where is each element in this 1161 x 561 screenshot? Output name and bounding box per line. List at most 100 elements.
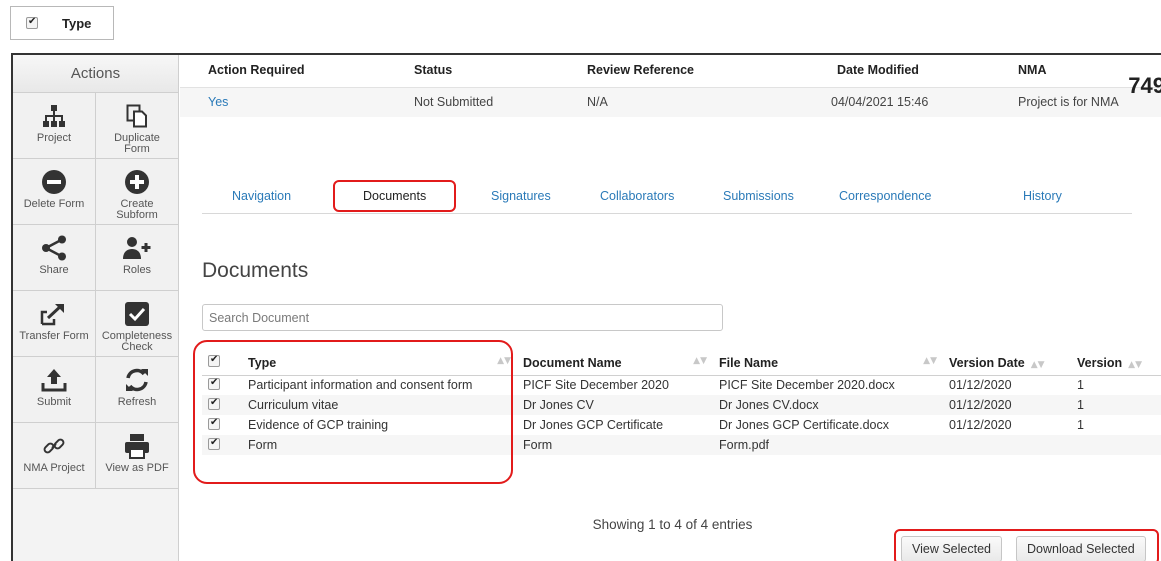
select-all-cell[interactable]: [202, 351, 242, 376]
action-share[interactable]: Share: [13, 225, 96, 291]
check-square-icon: [96, 297, 178, 331]
row-checkbox[interactable]: [208, 377, 220, 390]
type-filter-widget[interactable]: Type: [10, 6, 114, 40]
download-selected-button[interactable]: Download Selected: [1016, 536, 1146, 561]
nma-value: Project is for NMA: [1018, 95, 1119, 109]
column-document-name[interactable]: Document Name ▲▼: [517, 351, 713, 376]
main-frame: Actions Project Duplicate Form Delete Fo…: [11, 53, 1161, 561]
search-document-input[interactable]: [202, 304, 723, 331]
main-content: Action Required Status Review Reference …: [180, 55, 1161, 561]
link-icon: [13, 429, 95, 463]
column-version[interactable]: Version ▲▼: [1071, 351, 1161, 376]
action-label: Project: [36, 132, 72, 144]
row-select-cell[interactable]: [202, 415, 242, 435]
document-name-cell: Form: [517, 435, 713, 455]
action-submit[interactable]: Submit: [13, 357, 96, 423]
date-modified-header: Date Modified: [837, 63, 919, 77]
action-label: Roles: [122, 264, 152, 276]
action-transfer-form[interactable]: Transfer Form: [13, 291, 96, 357]
table-row[interactable]: Evidence of GCP training Dr Jones GCP Ce…: [202, 415, 1161, 435]
action-roles[interactable]: Roles: [96, 225, 178, 291]
action-delete-form[interactable]: Delete Form: [13, 159, 96, 225]
tab-history[interactable]: History: [1023, 189, 1062, 203]
nma-header: NMA: [1018, 63, 1047, 77]
column-document-name-label: Document Name: [523, 355, 622, 370]
document-name-cell: PICF Site December 2020: [523, 378, 669, 393]
row-select-cell[interactable]: [202, 435, 242, 455]
form-number: 749: [1128, 73, 1161, 98]
column-version-label: Version: [1077, 355, 1123, 370]
row-checkbox[interactable]: [208, 437, 220, 450]
action-required-value[interactable]: Yes: [208, 95, 228, 109]
table-row[interactable]: Participant information and consent form…: [202, 375, 1161, 395]
table-row[interactable]: Form Form Form.pdf: [202, 435, 1161, 455]
type-cell: Evidence of GCP training: [248, 418, 389, 432]
file-name-cell: Dr Jones GCP Certificate.docx: [719, 418, 889, 432]
share-icon: [13, 231, 95, 265]
print-icon: [96, 429, 178, 463]
tab-collaborators[interactable]: Collaborators: [600, 189, 674, 203]
type-cell: Curriculum vitae: [242, 395, 517, 415]
transfer-icon: [13, 297, 95, 331]
row-select-cell[interactable]: [202, 375, 242, 395]
view-selected-button[interactable]: View Selected: [901, 536, 1002, 561]
tab-signatures[interactable]: Signatures: [491, 189, 551, 203]
tab-bar: Navigation Documents Signatures Collabor…: [202, 180, 1132, 214]
select-all-checkbox[interactable]: [208, 354, 220, 368]
column-version-date-label: Version Date: [949, 355, 1025, 370]
action-label: Submit: [36, 396, 72, 408]
action-label: Create Subform: [116, 198, 158, 221]
column-file-name[interactable]: File Name ▲▼: [713, 351, 943, 376]
sitemap-icon: [13, 99, 95, 133]
copy-icon: [96, 99, 178, 133]
form-info-header: Action Required Status Review Reference …: [180, 55, 1161, 87]
row-select-cell[interactable]: [202, 395, 242, 415]
type-filter-label: Type: [62, 15, 92, 31]
action-label: NMA Project: [23, 462, 85, 474]
tab-navigation[interactable]: Navigation: [232, 189, 291, 203]
action-label: Share: [39, 264, 69, 276]
document-name-cell: Dr Jones GCP Certificate: [523, 418, 664, 432]
date-modified-value: 04/04/2021 15:46: [831, 95, 929, 109]
version-cell: 1: [1077, 418, 1084, 432]
version-cell: 1: [1071, 395, 1161, 415]
action-label: Completeness Check: [101, 330, 173, 353]
column-type-label: Type: [248, 355, 277, 370]
file-name-cell: Form.pdf: [713, 435, 943, 455]
action-duplicate-form[interactable]: Duplicate Form: [96, 93, 178, 159]
column-version-date[interactable]: Version Date ▲▼: [943, 351, 1071, 376]
actions-title: Actions: [13, 55, 178, 93]
version-date-cell: 01/12/2020: [949, 418, 1012, 432]
minus-circle-icon: [13, 165, 95, 199]
tab-correspondence[interactable]: Correspondence: [839, 189, 931, 203]
action-completeness-check[interactable]: Completeness Check: [96, 291, 178, 357]
table-header-row: Type ▲▼ Document Name ▲▼ File Name ▲▼ Versi…: [202, 351, 1161, 376]
action-view-as-pdf[interactable]: View as PDF: [96, 423, 178, 489]
tab-submissions[interactable]: Submissions: [723, 189, 794, 203]
table-row[interactable]: Curriculum vitae Dr Jones CV Dr Jones CV…: [202, 395, 1161, 415]
action-label: Delete Form: [23, 198, 85, 210]
actions-sidebar: Actions Project Duplicate Form Delete Fo…: [13, 55, 179, 561]
upload-icon: [13, 363, 95, 397]
action-project[interactable]: Project: [13, 93, 96, 159]
version-cell: [1071, 435, 1161, 455]
status-header: Status: [414, 63, 453, 77]
row-checkbox[interactable]: [208, 397, 220, 410]
documents-table: Type ▲▼ Document Name ▲▼ File Name ▲▼ Versi…: [202, 351, 1161, 455]
version-date-cell: 01/12/2020: [943, 395, 1071, 415]
type-cell: Participant information and consent form: [248, 378, 473, 393]
action-nma-project[interactable]: NMA Project: [13, 423, 96, 489]
type-filter-checkbox[interactable]: [26, 16, 38, 29]
row-checkbox[interactable]: [208, 417, 220, 430]
tab-documents[interactable]: Documents: [333, 180, 457, 212]
user-plus-icon: [96, 231, 178, 265]
type-cell: Form: [242, 435, 517, 455]
column-type[interactable]: Type ▲▼: [242, 351, 517, 376]
sort-icon: ▲▼: [693, 355, 707, 366]
table-info: Showing 1 to 4 of 4 entries: [592, 517, 753, 532]
action-label: Transfer Form: [19, 330, 89, 342]
action-create-subform[interactable]: Create Subform: [96, 159, 178, 225]
document-name-cell: Dr Jones CV: [517, 395, 713, 415]
form-info-row: Yes Not Submitted N/A 04/04/2021 15:46 P…: [180, 87, 1161, 117]
action-refresh[interactable]: Refresh: [96, 357, 178, 423]
